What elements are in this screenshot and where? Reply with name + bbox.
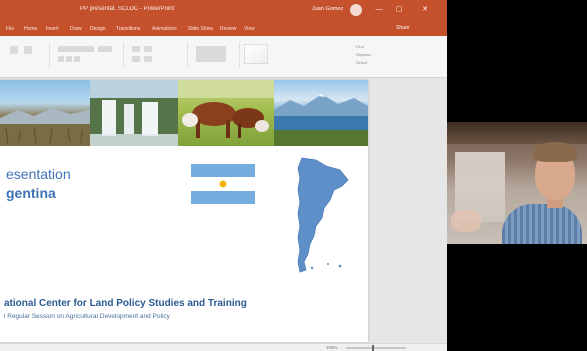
minimize-button[interactable]: — (374, 5, 384, 15)
participant-hair (533, 142, 577, 162)
bold-icon[interactable] (58, 56, 64, 62)
shapes-gallery[interactable] (196, 46, 226, 62)
italic-icon[interactable] (66, 56, 72, 62)
quick-styles-button[interactable] (244, 44, 268, 64)
slide[interactable]: esentation gentina ational Center for La… (0, 80, 368, 342)
tab-transitions[interactable]: Transitions (116, 26, 140, 32)
close-button[interactable]: ✕ (420, 5, 430, 15)
participant-shirt (502, 204, 582, 244)
slide-organization-text: ational Center for Land Policy Studies a… (4, 298, 247, 309)
slide-title-line-1: esentation (6, 166, 71, 182)
lake-mountain-photo (274, 80, 368, 146)
waterfall-photo (90, 80, 178, 146)
slide-session-text: l Regular Session on Agricultural Develo… (4, 313, 170, 320)
window-title: PP presentat. SCLDC - PowerPoint (80, 6, 175, 12)
account-avatar[interactable] (350, 4, 362, 16)
argentina-flag-image (191, 164, 255, 204)
video-ceiling (447, 122, 587, 144)
replace-button[interactable]: Replace (356, 52, 371, 57)
font-family-select[interactable] (58, 46, 94, 52)
tab-view[interactable]: View (244, 26, 255, 32)
argentina-map-image (297, 157, 349, 273)
new-slide-icon[interactable] (10, 46, 18, 54)
tab-slide-show[interactable]: Slide Show (188, 26, 213, 32)
ribbon-group-font (54, 42, 124, 68)
share-button[interactable]: Share (396, 25, 409, 31)
tab-animations[interactable]: Animations (152, 26, 177, 32)
slide-title-line-2: gentina (6, 185, 56, 201)
align-left-icon[interactable] (132, 56, 140, 62)
meeting-panel (447, 0, 587, 351)
cattle-photo (178, 80, 274, 146)
ribbon-group-paragraph (128, 42, 188, 68)
tab-file[interactable]: File (6, 26, 14, 32)
ribbon-toolbar: Find Replace Select (0, 36, 447, 78)
underline-icon[interactable] (74, 56, 80, 62)
tab-review[interactable]: Review (220, 26, 236, 32)
slide-canvas: esentation gentina ational Center for La… (0, 78, 447, 343)
numbering-icon[interactable] (144, 46, 152, 52)
status-bar: 100% (0, 343, 447, 351)
tab-design[interactable]: Design (90, 26, 106, 32)
landscape-photo (0, 80, 90, 146)
zoom-slider-thumb[interactable] (372, 345, 374, 351)
restore-button[interactable]: ▢ (394, 5, 404, 15)
zoom-level[interactable]: 100% (326, 345, 338, 350)
tab-home[interactable]: Home (24, 26, 37, 32)
title-bar: PP presentat. SCLDC - PowerPoint Juan Go… (0, 0, 447, 22)
participant-hand (451, 210, 481, 232)
participant-video-tile[interactable] (447, 122, 587, 244)
account-name[interactable]: Juan Gomez (312, 6, 343, 12)
find-button[interactable]: Find (356, 44, 364, 49)
tab-draw[interactable]: Draw (70, 26, 82, 32)
ribbon-group-slides (4, 42, 50, 68)
powerpoint-window: PP presentat. SCLDC - PowerPoint Juan Go… (0, 0, 447, 351)
bullets-icon[interactable] (132, 46, 140, 52)
font-size-select[interactable] (98, 46, 112, 52)
zoom-slider[interactable] (346, 347, 406, 349)
ribbon-group-drawing (192, 42, 240, 68)
tab-insert[interactable]: Insert (46, 26, 59, 32)
select-button[interactable]: Select (356, 60, 367, 65)
layout-icon[interactable] (24, 46, 32, 54)
align-center-icon[interactable] (144, 56, 152, 62)
ribbon-tabs: File Home Insert Draw Design Transitions… (0, 22, 447, 36)
